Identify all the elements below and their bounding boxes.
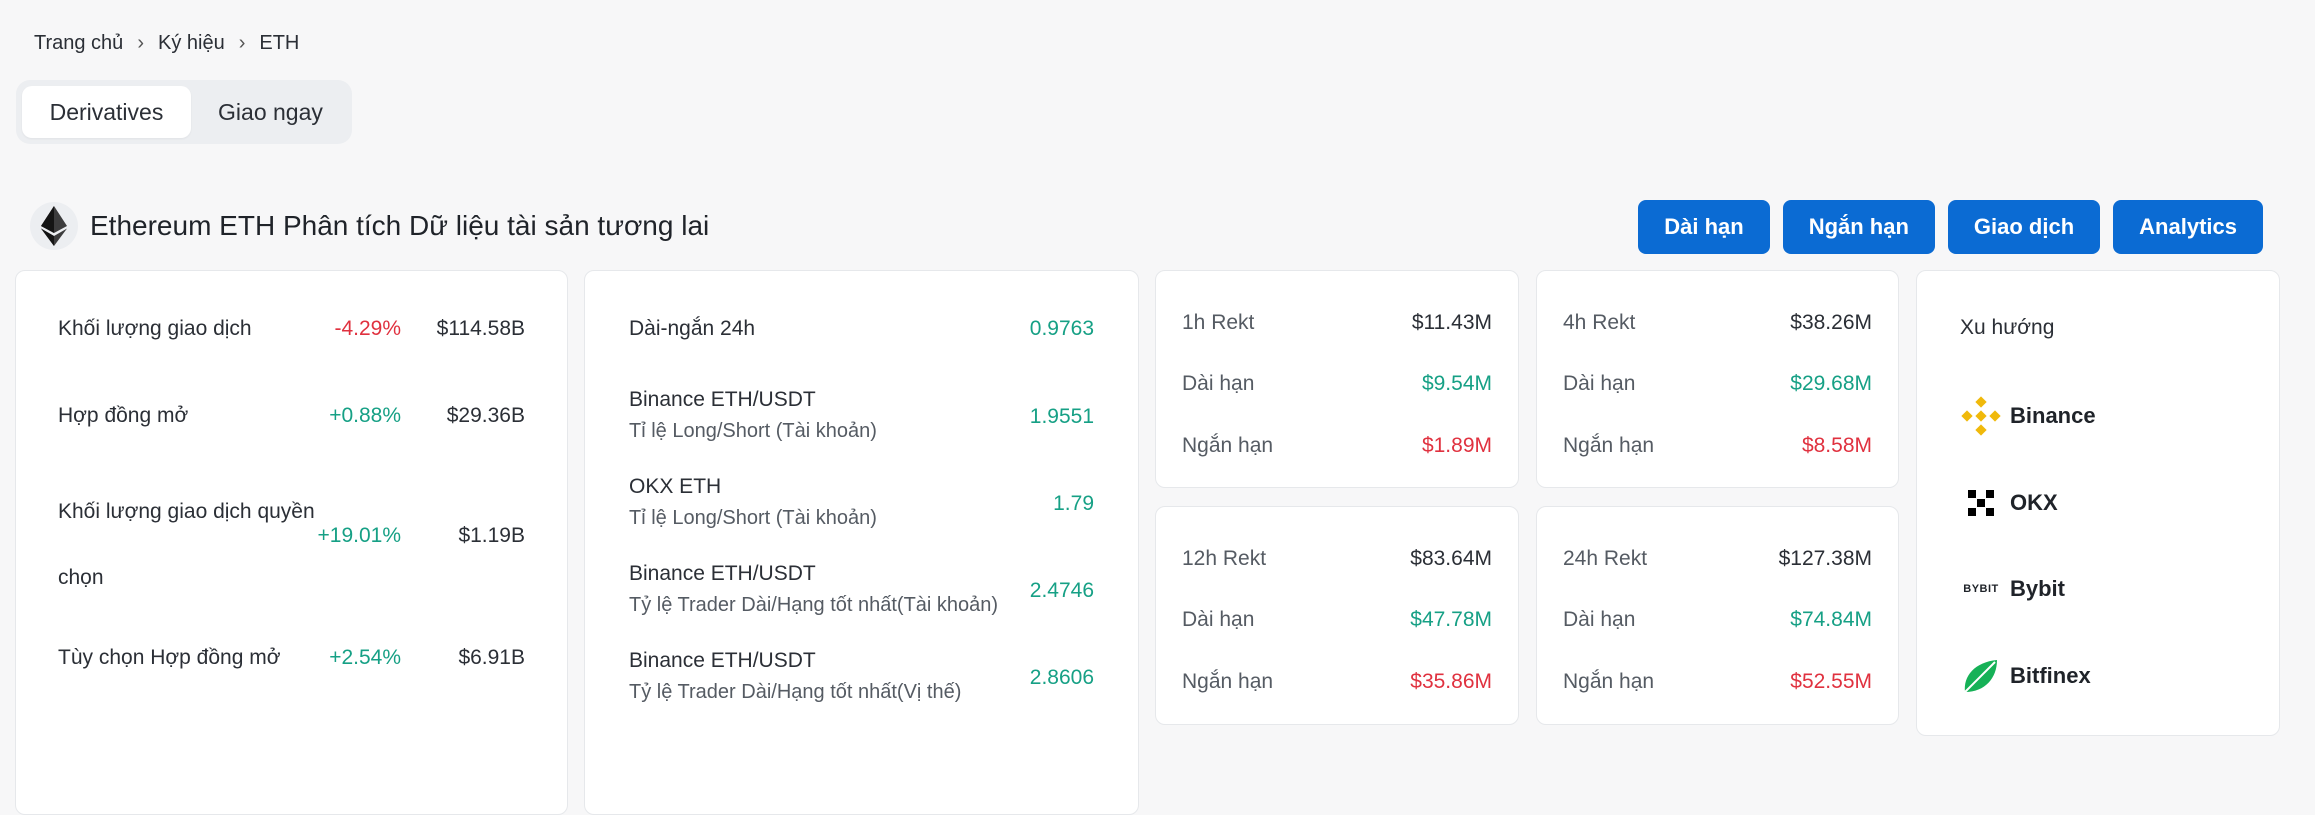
analytics-button[interactable]: Analytics — [2113, 200, 2263, 254]
ratio-row: Binance ETH/USDT Tỷ lệ Trader Dài/Hạng t… — [629, 562, 1094, 617]
ratio-row: Binance ETH/USDT Tỷ lệ Trader Dài/Hạng t… — [629, 649, 1094, 704]
rekt-short-label: Ngắn hạn — [1182, 670, 1274, 693]
stat-label: Hợp đồng mở — [58, 404, 189, 427]
ratio-label: Binance ETH/USDT — [629, 388, 816, 411]
ratio-sublabel: Tỷ lệ Trader Dài/Hạng tốt nhất(Vị thế) — [629, 681, 962, 703]
rekt-card-4h: 4h Rekt $38.26M Dài hạn $29.68M Ngắn hạn… — [1536, 270, 1899, 488]
ratio-sublabel: Tỉ lệ Long/Short (Tài khoản) — [629, 507, 877, 529]
stat-row-options-volume: Khối lượng giao dịch quyền chọn +19.01% … — [58, 491, 525, 589]
ratio-sublabel: Tỷ lệ Trader Dài/Hạng tốt nhất(Tài khoản… — [629, 594, 999, 616]
rekt-total: $38.26M — [1790, 311, 1872, 334]
rekt-short-label: Ngắn hạn — [1563, 670, 1655, 693]
rekt-period: 1h Rekt — [1182, 311, 1255, 334]
binance-icon — [1960, 395, 2002, 437]
ethereum-icon — [30, 202, 78, 250]
stat-value: $1.19B — [458, 524, 525, 547]
long-short-card: Dài-ngắn 24h 0.9763 Binance ETH/USDT Tỉ … — [584, 270, 1139, 815]
rekt-total: $127.38M — [1778, 547, 1872, 570]
rekt-long-label: Dài hạn — [1182, 608, 1255, 631]
stat-label-line: Khối lượng giao dịch quyền — [58, 500, 315, 523]
rekt-long-value: $47.78M — [1410, 608, 1492, 631]
breadcrumb: Trang chủ › Ký hiệu › ETH — [34, 32, 299, 55]
stat-label: Tùy chọn Hợp đồng mở — [58, 646, 281, 669]
breadcrumb-current: ETH — [259, 32, 300, 54]
stat-label-line: chọn — [58, 566, 104, 589]
trend-title: Xu hướng — [1960, 316, 2055, 339]
ratio-label: OKX ETH — [629, 475, 722, 498]
rekt-long-label: Dài hạn — [1563, 372, 1636, 395]
exchange-name: Bybit — [2010, 576, 2065, 601]
rekt-long-value: $9.54M — [1421, 372, 1492, 395]
ratio-row: OKX ETH Tỉ lệ Long/Short (Tài khoản) 1.7… — [629, 475, 1094, 530]
stat-label: Khối lượng giao dịch — [58, 317, 252, 340]
breadcrumb-home-link[interactable]: Trang chủ — [34, 32, 123, 55]
okx-icon — [1960, 482, 2002, 524]
exchange-okx[interactable]: OKX — [1960, 482, 2058, 524]
rekt-long-label: Dài hạn — [1563, 608, 1636, 631]
page-header: Ethereum ETH Phân tích Dữ liệu tài sản t… — [30, 202, 709, 250]
ratio-value: 1.79 — [1053, 492, 1094, 515]
ratio-value: 2.8606 — [1029, 666, 1094, 689]
ratio-label: Dài-ngắn 24h — [629, 317, 756, 340]
stat-value: $29.36B — [446, 404, 525, 427]
stat-change: +0.88% — [329, 404, 401, 427]
rekt-total: $83.64M — [1410, 547, 1492, 570]
breadcrumb-symbols-link[interactable]: Ký hiệu — [158, 32, 225, 55]
rekt-period: 24h Rekt — [1563, 547, 1648, 570]
market-type-tabs: Derivatives Giao ngay — [16, 80, 352, 144]
rekt-period: 12h Rekt — [1182, 547, 1267, 570]
exchange-binance[interactable]: Binance — [1960, 395, 2096, 437]
exchange-name: Binance — [2010, 403, 2096, 428]
ratio-value: 2.4746 — [1029, 579, 1094, 602]
exchange-bybit[interactable]: BYBIT Bybit — [1960, 568, 2065, 610]
bybit-icon: BYBIT — [1960, 568, 2002, 610]
rekt-card-12h: 12h Rekt $83.64M Dài hạn $47.78M Ngắn hạ… — [1155, 506, 1519, 725]
stat-label: Khối lượng giao dịch quyền chọn — [58, 479, 315, 611]
rekt-period: 4h Rekt — [1563, 311, 1636, 334]
tab-spot[interactable]: Giao ngay — [195, 86, 346, 138]
stat-value: $114.58B — [436, 317, 525, 340]
rekt-short-label: Ngắn hạn — [1563, 434, 1655, 457]
rekt-short-value: $52.55M — [1790, 670, 1872, 693]
short-button[interactable]: Ngắn hạn — [1782, 200, 1935, 254]
exchange-bitfinex[interactable]: Bitfinex — [1960, 655, 2091, 697]
ratio-label: Binance ETH/USDT — [629, 649, 816, 672]
rekt-short-value: $8.58M — [1801, 434, 1872, 457]
stat-change: +2.54% — [329, 646, 401, 669]
breadcrumb-separator: › — [238, 32, 246, 54]
rekt-short-label: Ngắn hạn — [1182, 434, 1274, 457]
rekt-long-value: $74.84M — [1790, 608, 1872, 631]
rekt-long-value: $29.68M — [1790, 372, 1872, 395]
rekt-card-1h: 1h Rekt $11.43M Dài hạn $9.54M Ngắn hạn … — [1155, 270, 1519, 488]
rekt-short-value: $35.86M — [1410, 670, 1492, 693]
action-buttons: Dài hạn Ngắn hạn Giao dịch Analytics — [1638, 200, 2263, 254]
tab-derivatives[interactable]: Derivatives — [22, 86, 191, 138]
exchange-name: Bitfinex — [2010, 663, 2091, 688]
market-stats-card: Khối lượng giao dịch -4.29% $114.58B Hợp… — [15, 270, 568, 815]
ratio-value: 1.9551 — [1029, 405, 1094, 428]
stat-value: $6.91B — [458, 646, 525, 669]
exchange-name: OKX — [2010, 490, 2058, 515]
bybit-logo-text: BYBIT — [1963, 583, 1999, 595]
ratio-value: 0.9763 — [1029, 317, 1094, 340]
stat-change: +19.01% — [317, 524, 402, 547]
rekt-total: $11.43M — [1411, 311, 1492, 334]
ratio-row: Binance ETH/USDT Tỉ lệ Long/Short (Tài k… — [629, 388, 1094, 443]
ratio-label: Binance ETH/USDT — [629, 562, 816, 585]
long-button[interactable]: Dài hạn — [1638, 200, 1770, 254]
rekt-card-24h: 24h Rekt $127.38M Dài hạn $74.84M Ngắn h… — [1536, 506, 1899, 725]
rekt-short-value: $1.89M — [1421, 434, 1492, 457]
ratio-row: Dài-ngắn 24h 0.9763 — [629, 317, 1094, 341]
page-title: Ethereum ETH Phân tích Dữ liệu tài sản t… — [90, 210, 710, 241]
ratio-sublabel: Tỉ lệ Long/Short (Tài khoản) — [629, 420, 877, 442]
stat-change: -4.29% — [334, 317, 401, 340]
bitfinex-icon — [1960, 655, 2002, 697]
trade-button[interactable]: Giao dịch — [1947, 200, 2101, 254]
breadcrumb-separator: › — [137, 32, 144, 54]
rekt-long-label: Dài hạn — [1182, 372, 1255, 395]
